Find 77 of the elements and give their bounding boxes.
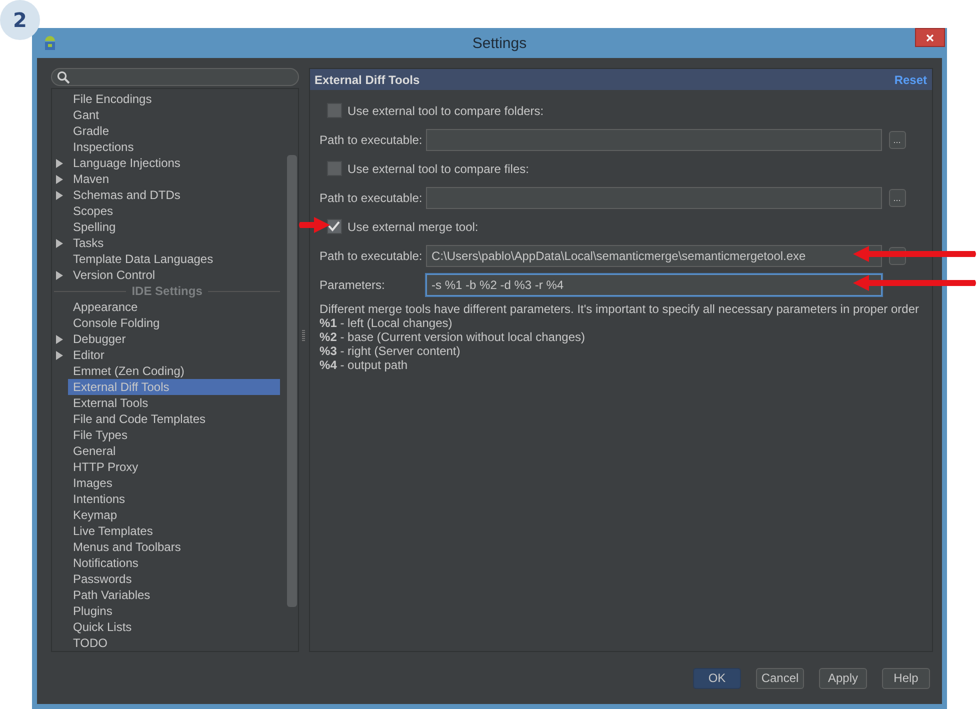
tree-item[interactable]: Console Folding	[68, 315, 280, 331]
tree-item[interactable]: Inspections	[68, 139, 280, 155]
tree-item[interactable]: Notifications	[68, 555, 280, 571]
scrollbar-thumb[interactable]	[287, 155, 298, 607]
legend-line: %1 - left (Local changes)	[320, 316, 454, 330]
splitter-handle[interactable]	[302, 330, 306, 342]
expand-icon[interactable]	[56, 239, 63, 248]
search-icon	[57, 70, 70, 84]
tree-item[interactable]: Gradle	[68, 123, 280, 139]
tree-item[interactable]: Emmet (Zen Coding)	[68, 363, 280, 379]
field-label: Path to executable:	[320, 190, 424, 204]
tree-item[interactable]: Editor	[68, 347, 280, 363]
tree-item[interactable]: Spelling	[68, 219, 280, 235]
checkbox[interactable]	[326, 161, 342, 176]
expand-icon[interactable]	[56, 159, 63, 168]
expand-icon[interactable]	[56, 175, 63, 184]
android-icon	[43, 35, 57, 51]
checkbox[interactable]	[326, 103, 342, 118]
input-field[interactable]	[426, 186, 882, 208]
expand-icon[interactable]	[56, 351, 63, 360]
step-badge: 2	[0, 0, 40, 40]
tree-item[interactable]: General	[68, 443, 280, 459]
tree-item[interactable]: Template Data Languages	[68, 251, 280, 267]
input-field[interactable]	[426, 128, 882, 150]
expand-icon[interactable]	[56, 271, 63, 280]
checkbox-label: Use external tool to compare folders:	[348, 104, 544, 118]
tree-item[interactable]: Debugger	[68, 331, 280, 347]
browse-button[interactable]: ...	[888, 130, 906, 148]
tree-item[interactable]: Plugins	[68, 603, 280, 619]
tree-item[interactable]: Quick Lists	[68, 619, 280, 635]
field-label: Path to executable:	[320, 132, 424, 146]
expand-icon[interactable]	[56, 335, 63, 344]
tree-item[interactable]: Appearance	[68, 299, 280, 315]
tree-item[interactable]: Gant	[68, 107, 280, 123]
input-field[interactable]: -s %1 -b %2 -d %3 -r %4	[426, 274, 882, 296]
tree-item[interactable]: Keymap	[68, 507, 280, 523]
tree-item[interactable]: Menus and Toolbars	[68, 539, 280, 555]
tree-item[interactable]: Scopes	[68, 203, 280, 219]
tree-item[interactable]: External Tools	[68, 395, 280, 411]
checkbox[interactable]	[326, 219, 342, 234]
field-label: Path to executable:	[320, 248, 424, 262]
tree-item[interactable]: File Types	[68, 427, 280, 443]
checkbox-label: Use external tool to compare files:	[348, 162, 529, 176]
tree-item[interactable]: Schemas and DTDs	[68, 187, 280, 203]
field-label: Parameters:	[320, 278, 386, 292]
browse-button[interactable]: ...	[888, 188, 906, 206]
tree-item[interactable]: Maven	[68, 171, 280, 187]
tree-item[interactable]: Intentions	[68, 491, 280, 507]
close-button[interactable]	[915, 28, 945, 47]
dialog-button[interactable]: Apply	[819, 668, 867, 688]
tree-item[interactable]: Language Injections	[68, 155, 280, 171]
legend-line: %2 - base (Current version without local changes)	[320, 330, 586, 344]
panel-title: External Diff Tools	[314, 72, 420, 86]
dialog-button[interactable]: OK	[693, 668, 741, 688]
dialog-button[interactable]: Help	[882, 668, 930, 688]
input-field[interactable]: C:\Users\pablo\AppData\Local\semanticmerge\semanticmergetool.exe	[426, 244, 882, 266]
search-field[interactable]	[51, 68, 300, 86]
tree-item[interactable]: TODO	[68, 635, 280, 651]
tree-item[interactable]: Path Variables	[68, 587, 280, 603]
legend-line: %3 - right (Server content)	[320, 344, 462, 358]
pointer-arrow	[298, 217, 330, 233]
legend-line: %4 - output path	[320, 358, 409, 372]
tree-item[interactable]: Passwords	[68, 571, 280, 587]
section-heading: IDE Settings	[132, 284, 202, 298]
window-title: Settings	[472, 34, 527, 52]
close-icon	[926, 34, 934, 42]
tree-item[interactable]: File and Code Templates	[68, 411, 280, 427]
tree-item[interactable]: Version Control	[68, 267, 280, 283]
dialog-button[interactable]: Cancel	[756, 668, 804, 688]
tree-item[interactable]: File Encodings	[68, 91, 280, 107]
tree-item[interactable]: HTTP Proxy	[68, 459, 280, 475]
tree-item[interactable]: Live Templates	[68, 523, 280, 539]
help-text: Different merge tools have different parameters. It's important to specify all necessary parameters in proper order	[320, 302, 919, 316]
expand-icon[interactable]	[56, 191, 63, 200]
tree-item[interactable]: Tasks	[68, 235, 280, 251]
checkbox-label: Use external merge tool:	[348, 220, 478, 234]
tree-item[interactable]: Images	[68, 475, 280, 491]
